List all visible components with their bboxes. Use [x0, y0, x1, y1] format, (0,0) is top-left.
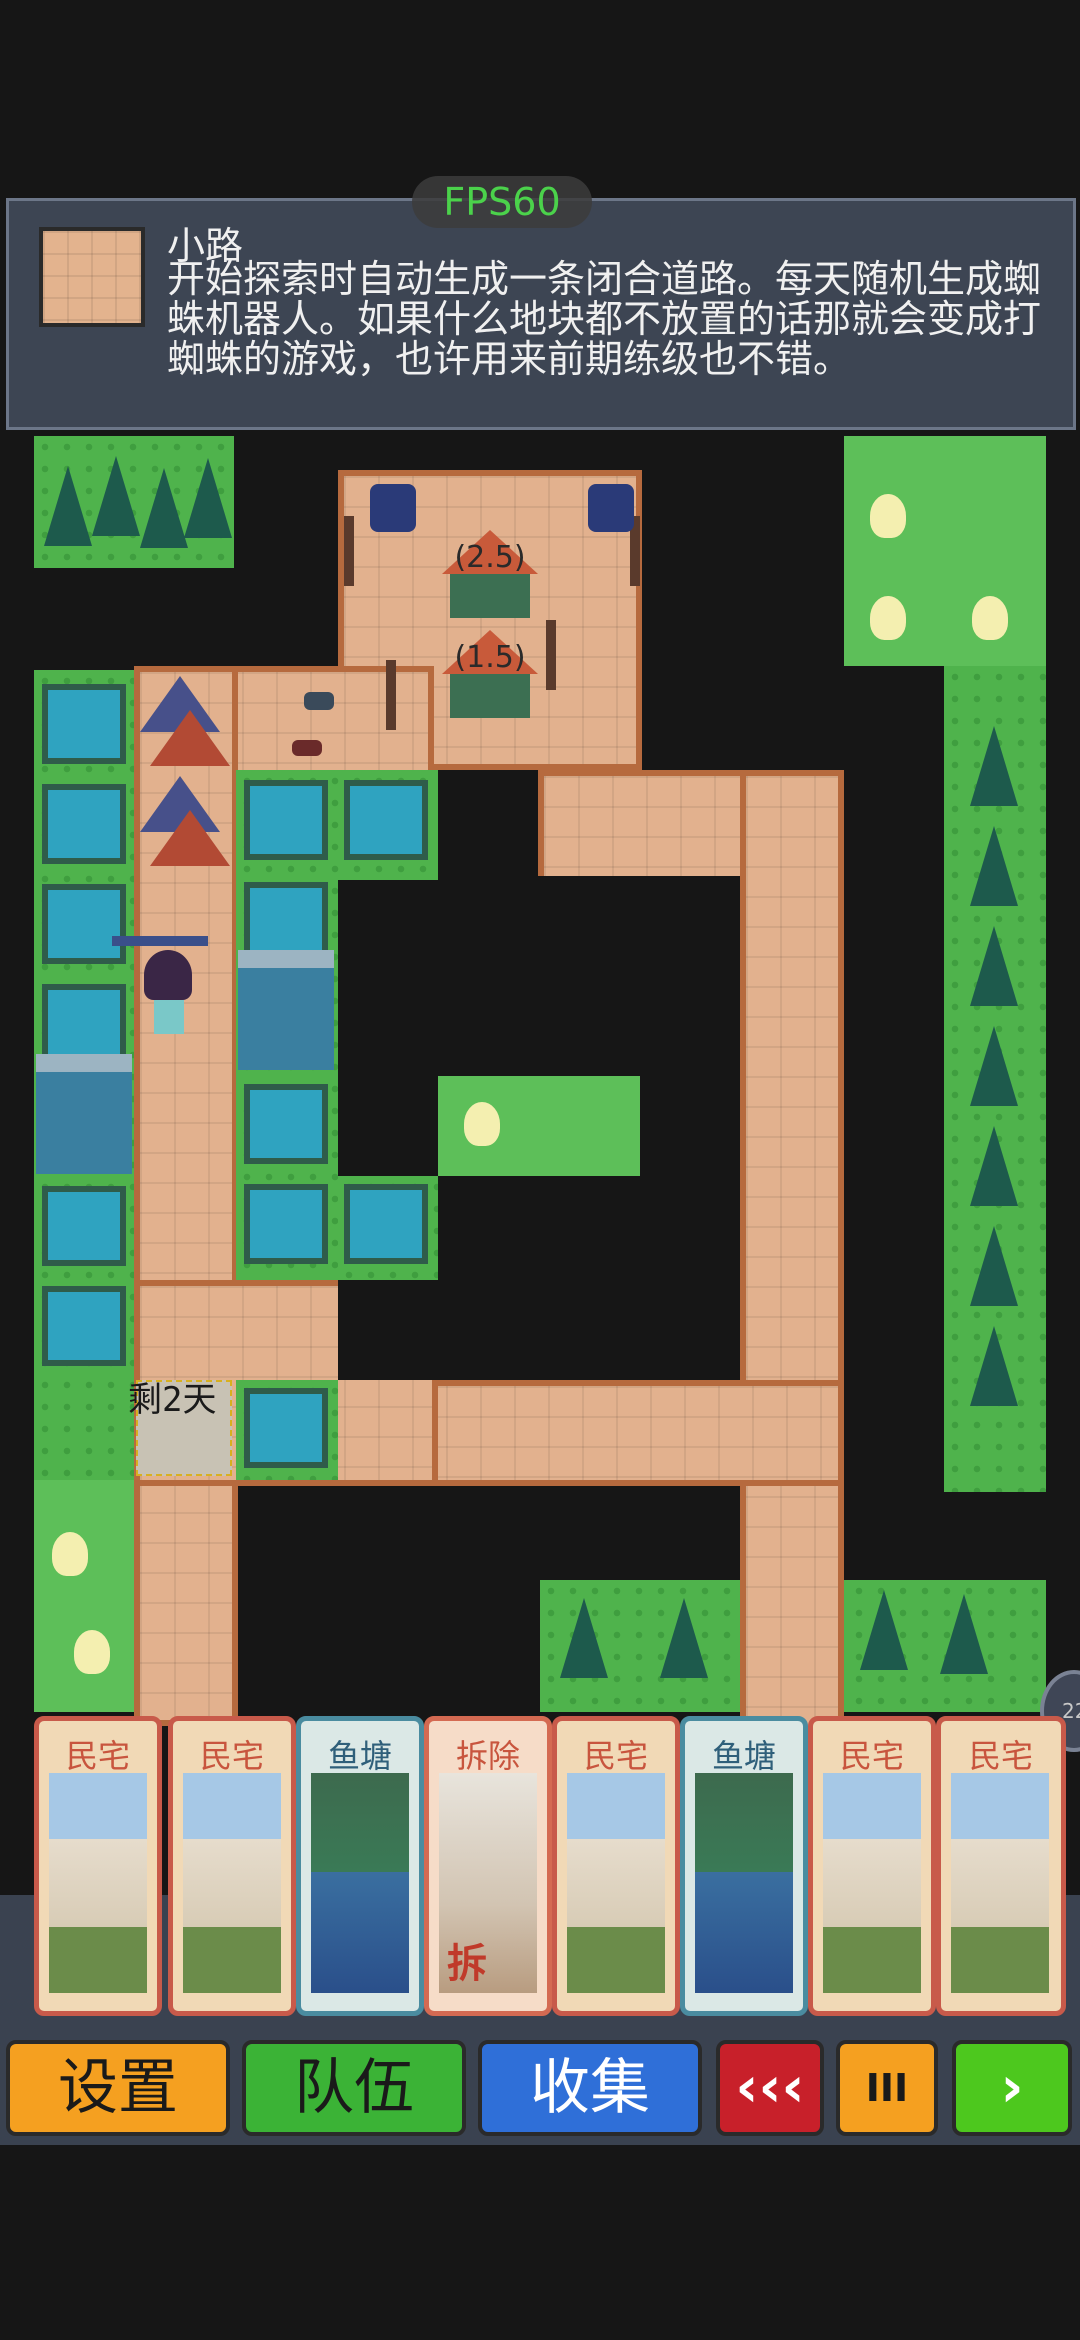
next-button[interactable]: ›	[952, 2040, 1072, 2136]
collect-button[interactable]: 收集	[478, 2040, 702, 2136]
tent	[150, 810, 230, 866]
card-demolish[interactable]: 拆除 拆	[424, 1716, 552, 2016]
demolish-stamp: 拆	[447, 1941, 487, 1987]
house-art	[49, 1773, 147, 1993]
pause-button[interactable]: III	[836, 2040, 938, 2136]
meadow-tile	[844, 436, 1046, 666]
rewind-button[interactable]: ‹‹‹	[716, 2040, 824, 2136]
card-house[interactable]: 民宅	[936, 1716, 1066, 2016]
stairs-days-left: 剩2天	[128, 1380, 217, 1420]
card-label: 民宅	[583, 1737, 648, 1775]
fish-pond	[42, 1186, 126, 1266]
house-art	[567, 1773, 665, 1993]
team-button[interactable]: 队伍	[242, 2040, 466, 2136]
tile-info-panel: 小路 开始探索时自动生成一条闭合道路。每天随机生成蜘蛛机器人。如果什么地块都不放…	[6, 198, 1076, 430]
fish-pond	[244, 1084, 328, 1164]
card-house[interactable]: 民宅	[552, 1716, 680, 2016]
forest-tile	[34, 436, 234, 568]
house-level-label: (2.5)	[454, 540, 526, 575]
meadow-tile	[438, 1076, 640, 1176]
fish-pond	[244, 780, 328, 860]
pond-art	[695, 1773, 793, 1993]
fish-pond	[244, 1388, 328, 1468]
fish-pond	[42, 684, 126, 764]
card-fish-pond[interactable]: 鱼塘	[296, 1716, 424, 2016]
building	[238, 950, 334, 1070]
card-house[interactable]: 民宅	[34, 1716, 162, 2016]
card-label: 民宅	[968, 1737, 1033, 1775]
street-lamp	[546, 620, 556, 690]
spider-robot	[588, 484, 634, 532]
card-fish-pond[interactable]: 鱼塘	[680, 1716, 808, 2016]
fish-pond	[42, 984, 126, 1064]
card-label: 鱼塘	[327, 1737, 392, 1775]
building	[36, 1054, 132, 1174]
street-lamp	[344, 516, 354, 586]
spider-robot	[304, 692, 334, 710]
road-tile-thumbnail	[39, 227, 145, 327]
fish-pond	[42, 784, 126, 864]
tile-description: 开始探索时自动生成一条闭合道路。每天随机生成蜘蛛机器人。如果什么地块都不放置的话…	[167, 257, 1042, 381]
fish-pond	[42, 884, 126, 964]
village-house: (1.5)	[442, 630, 538, 718]
fish-pond	[42, 1286, 126, 1366]
card-label: 民宅	[65, 1737, 130, 1775]
card-label: 民宅	[199, 1737, 264, 1775]
house-level-label: (1.5)	[454, 640, 526, 675]
house-art	[951, 1773, 1049, 1993]
card-label: 拆除	[455, 1737, 520, 1775]
fish-pond	[344, 780, 428, 860]
tent	[150, 710, 230, 766]
pond-art	[311, 1773, 409, 1993]
card-label: 鱼塘	[711, 1737, 776, 1775]
fish-pond	[244, 1184, 328, 1264]
fish-pond	[344, 1184, 428, 1264]
spider-robot	[292, 740, 322, 756]
road-right-column	[740, 770, 844, 1820]
house-art	[183, 1773, 281, 1993]
house-art	[823, 1773, 921, 1993]
card-house[interactable]: 民宅	[168, 1716, 296, 2016]
card-house[interactable]: 民宅	[808, 1716, 936, 2016]
hero-character	[144, 950, 194, 1036]
fps-counter: FPS60	[412, 176, 592, 228]
spider-robot	[370, 484, 416, 532]
forest-column	[944, 666, 1046, 1492]
hero-health-bar	[112, 936, 208, 946]
game-map: (2.5) (1.5) 剩2天	[0, 430, 1080, 1820]
village-house: (2.5)	[442, 530, 538, 618]
street-lamp	[386, 660, 396, 730]
card-label: 民宅	[839, 1737, 904, 1775]
settings-button[interactable]: 设置	[6, 2040, 230, 2136]
